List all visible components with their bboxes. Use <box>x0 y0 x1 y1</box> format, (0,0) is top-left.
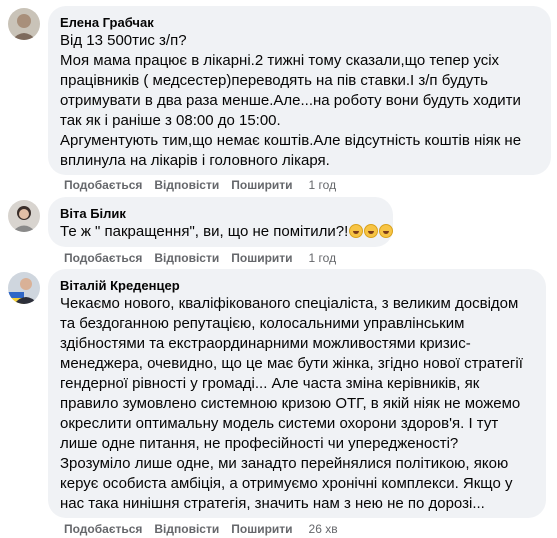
like-button[interactable]: Подобається <box>64 521 142 537</box>
avatar[interactable] <box>8 8 40 40</box>
comment-timestamp[interactable]: 26 хв <box>309 521 338 537</box>
comment-text-line: лише одне питання, не професійності чи у… <box>60 435 459 452</box>
comment-text-line: Аргументують тим,що немає коштів.Але від… <box>60 132 522 149</box>
comment-text-line: Зрозуміло лише одне, ми занадто перейнял… <box>60 455 509 472</box>
reply-button[interactable]: Відповісти <box>154 250 219 266</box>
comment-text-line: так як і раніше з 08:00 до 15:00. <box>60 112 281 129</box>
comment-actions: Подобається Відповісти Поширити 26 хв <box>64 521 338 537</box>
comment-text-line: правило зумовлено системною кризою ОТГ, … <box>60 395 521 412</box>
comment-text-line: гендерної рівності у громаді... Але част… <box>60 375 480 392</box>
share-button[interactable]: Поширити <box>231 521 292 537</box>
comment-text-line: менеджера, очевидно, що це має бути жінк… <box>60 355 523 372</box>
like-button[interactable]: Подобається <box>64 177 142 193</box>
comment-text-line: Те ж " пакращення", ви, що не помітили?! <box>60 222 394 242</box>
comment-timestamp[interactable]: 1 год <box>309 250 337 266</box>
comment-text-line: вплинула на лікарів і головного лікаря. <box>60 152 330 169</box>
comment-author[interactable]: Віталій Креденцер <box>60 277 534 294</box>
comment-text-line: та бездоганною репутацією, колосальними … <box>60 315 465 332</box>
avatar[interactable] <box>8 200 40 232</box>
laughing-crying-emoji-icon <box>349 224 364 238</box>
comment-actions: Подобається Відповісти Поширити 1 год <box>64 177 336 193</box>
comment-timestamp[interactable]: 1 год <box>309 177 337 193</box>
comment-bubble: Елена Грабчак Від 13 500тис з/п? Моя мам… <box>48 6 551 175</box>
comment-author[interactable]: Віта Білик <box>60 205 381 222</box>
comment-text-line: отримувати в два раза менше.Але...на роб… <box>60 92 521 109</box>
like-button[interactable]: Подобається <box>64 250 142 266</box>
laughing-crying-emoji-icon <box>364 224 379 238</box>
comment-text-line: здібностями та екстраординарними можливо… <box>60 335 471 352</box>
comment-text-line: нас така нинішня стратегія, значить нам … <box>60 495 485 512</box>
share-button[interactable]: Поширити <box>231 177 292 193</box>
comment-text-line: Чекаємо нового, кваліфікованого спеціалі… <box>60 295 519 312</box>
comment-text-line: керує особиста амбіція, а отримуємо хрон… <box>60 475 513 492</box>
share-button[interactable]: Поширити <box>231 250 292 266</box>
reply-button[interactable]: Відповісти <box>154 521 219 537</box>
comment-text-line: Від 13 500тис з/п? <box>60 32 187 49</box>
reply-button[interactable]: Відповісти <box>154 177 219 193</box>
comment-author[interactable]: Елена Грабчак <box>60 14 539 31</box>
avatar[interactable] <box>8 272 40 304</box>
comment-text-line: Моя мама працює в лікарні.2 тижні тому с… <box>60 52 500 69</box>
comment-actions: Подобається Відповісти Поширити 1 год <box>64 250 336 266</box>
comment-text: Те ж " пакращення", ви, що не помітили?! <box>60 223 349 240</box>
comment-bubble: Віталій Креденцер Чекаємо нового, кваліф… <box>48 269 546 518</box>
comment-text-line: окреслити оптимальну модель системи охор… <box>60 415 499 432</box>
laughing-crying-emoji-icon <box>379 224 394 238</box>
comment-text-line: працівників ( медсестер)переводять на пі… <box>60 72 488 89</box>
comment-bubble: Віта Білик Те ж " пакращення", ви, що не… <box>48 197 394 247</box>
